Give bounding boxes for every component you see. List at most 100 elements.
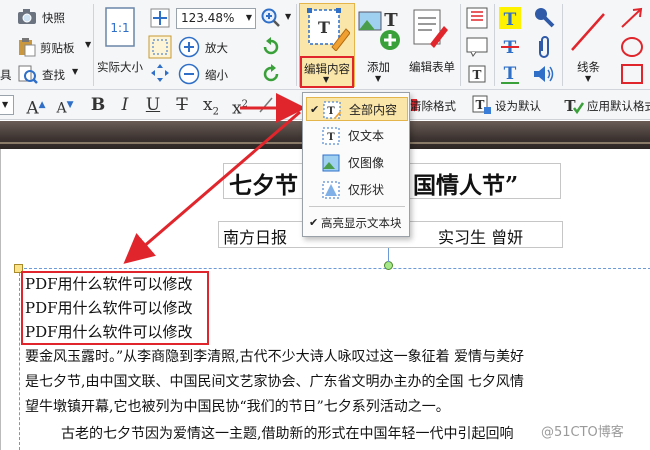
superscript-icon[interactable]: x2 xyxy=(229,94,251,119)
svg-text:T: T xyxy=(473,68,482,82)
underline-icon[interactable]: U xyxy=(143,94,163,116)
svg-text:T: T xyxy=(327,132,335,143)
svg-text:1:1: 1:1 xyxy=(110,21,129,35)
text-only-icon: T xyxy=(322,127,340,153)
zoom-in-icon[interactable] xyxy=(178,36,200,61)
actual-size-icon[interactable]: 1:1 xyxy=(104,6,136,51)
sound-icon[interactable] xyxy=(532,63,556,88)
svg-text:T: T xyxy=(384,10,398,31)
check-icon: ✔ xyxy=(309,216,319,229)
edit-form-icon[interactable] xyxy=(412,8,448,51)
add-button[interactable]: 添加 xyxy=(367,59,390,75)
chevron-down-icon: ▼ xyxy=(2,100,9,109)
page-title-left: 七夕节 xyxy=(229,172,298,199)
menu-item-label: 仅形状 xyxy=(348,183,385,197)
text-style-icon[interactable] xyxy=(258,96,278,117)
tool-label-partial: 具 xyxy=(0,68,12,82)
watermark: @51CTO博客 xyxy=(541,425,624,440)
svg-text:T: T xyxy=(504,10,517,30)
body-paragraph: 古老的七夕节因为爱情这一主题,借助新的形式在中国年轻一代中引起回响 xyxy=(61,426,514,442)
handle-stem xyxy=(388,248,389,262)
body-paragraph: 是七夕节,由中国文联、中国民间文艺家协会、广东省文明办主办的全国 七夕风情 xyxy=(25,374,524,390)
image-only-icon xyxy=(322,154,340,180)
zoom-in-button[interactable]: 放大 xyxy=(205,40,228,56)
rotate-left-icon[interactable] xyxy=(261,37,281,60)
chevron-down-icon[interactable]: ▼ xyxy=(72,67,78,76)
lines-button[interactable]: 线条 xyxy=(577,59,600,75)
rotate-handle[interactable] xyxy=(384,261,393,270)
subscript-icon[interactable]: x2 xyxy=(200,94,222,117)
chevron-down-icon: ▼ xyxy=(323,75,330,84)
svg-text:T: T xyxy=(476,98,485,112)
inserted-line: PDF用什么软件可以修改 xyxy=(25,323,193,341)
menu-item-label: 仅文本 xyxy=(348,129,385,143)
stamp-icon[interactable] xyxy=(532,6,556,33)
highlight-text-icon[interactable]: T xyxy=(498,6,522,33)
zoom-out-icon[interactable] xyxy=(178,63,200,88)
bold-icon[interactable]: B xyxy=(88,94,108,116)
svg-text:T: T xyxy=(318,18,330,37)
body-paragraph: 望牛墩镇开幕,它也被列为中国民协“我们的节日”七夕系列活动之一。 xyxy=(25,399,450,415)
edit-content-button[interactable]: T 编辑内容 ▼ xyxy=(299,3,355,88)
zoom-select[interactable]: 123.48% ▼ xyxy=(176,8,256,29)
menu-item-label: 仅图像 xyxy=(348,156,385,170)
set-default-icon[interactable]: T xyxy=(472,95,492,118)
zoom-in-tool-icon[interactable] xyxy=(261,8,281,31)
set-default-button[interactable]: 设为默认 xyxy=(495,98,541,114)
find-icon[interactable] xyxy=(18,64,38,87)
edit-form-button[interactable]: 编辑表单 xyxy=(409,59,455,75)
select-area-icon[interactable] xyxy=(148,35,172,62)
clipboard-button[interactable]: 剪贴板 xyxy=(40,40,75,56)
clipboard-icon[interactable] xyxy=(17,37,37,60)
menu-item-label: 全部内容 xyxy=(349,103,398,117)
line-tool-icon[interactable] xyxy=(568,10,608,57)
rotate-right-icon[interactable] xyxy=(261,64,281,87)
chevron-down-icon[interactable]: ▼ xyxy=(85,40,91,49)
add-image-icon[interactable]: T xyxy=(357,6,403,55)
camera-icon[interactable] xyxy=(17,8,37,29)
callout-icon[interactable] xyxy=(466,35,488,60)
text-box-icon[interactable] xyxy=(466,7,488,32)
rectangle-tool-icon[interactable] xyxy=(620,63,644,88)
body-paragraph: 要金风玉露时。”从李商隐到李清照,古代不少大诗人咏叹过这一象征着 爱情与美好 xyxy=(25,349,525,365)
apply-default-button[interactable]: 应用默认格式 xyxy=(587,98,650,114)
svg-text:T: T xyxy=(327,106,335,117)
fit-page-icon[interactable] xyxy=(150,8,170,31)
menu-item-all-content[interactable]: ✔ T 全部内容 xyxy=(306,97,408,121)
ribbon-toolbar: 快照 剪贴板 ▼ 具 查找 ▼ 1:1 实际大小 123.48% ▼ ▼ 放大 xyxy=(0,0,650,90)
attachment-icon[interactable] xyxy=(535,35,553,62)
arrow-tool-icon[interactable] xyxy=(620,7,644,32)
chevron-down-icon[interactable]: ▼ xyxy=(285,12,291,21)
menu-item-image-only[interactable]: 仅图像 xyxy=(306,151,408,175)
actual-size-button[interactable]: 实际大小 xyxy=(97,59,143,75)
zoom-out-button[interactable]: 缩小 xyxy=(205,67,228,83)
check-icon: ✔ xyxy=(310,103,320,116)
find-button[interactable]: 查找 xyxy=(42,67,65,83)
strikethrough-icon[interactable]: T xyxy=(172,94,192,116)
edit-content-icon: T xyxy=(306,7,351,54)
subtitle-left: 南方日报 xyxy=(223,228,288,247)
shape-only-icon xyxy=(322,181,340,207)
zoom-value: 123.48% xyxy=(181,11,235,25)
increase-font-icon[interactable]: A▲ xyxy=(25,94,47,119)
menu-item-shape-only[interactable]: 仅形状 xyxy=(306,178,408,202)
menu-item-text-only[interactable]: T 仅文本 xyxy=(306,124,408,148)
apply-default-icon[interactable]: T xyxy=(562,95,585,118)
menu-item-label: 高亮显示文本块 xyxy=(321,216,402,230)
ellipse-tool-icon[interactable] xyxy=(620,36,644,61)
chevron-down-icon[interactable]: ▼ xyxy=(375,74,381,83)
decrease-font-icon[interactable]: A▼ xyxy=(54,94,76,117)
pan-icon[interactable] xyxy=(150,63,170,86)
menu-item-highlight-blocks[interactable]: ✔ 高亮显示文本块 xyxy=(306,211,408,235)
font-size-select[interactable]: ▼ xyxy=(0,95,14,115)
italic-icon[interactable]: I xyxy=(115,94,135,116)
clear-format-button[interactable]: 清除格式 xyxy=(410,98,456,114)
typewriter-icon[interactable]: T xyxy=(466,63,488,88)
chevron-down-icon[interactable]: ▼ xyxy=(246,13,252,22)
strikeout-text-icon[interactable]: T xyxy=(499,35,521,60)
underline-text-icon[interactable]: T xyxy=(499,63,521,88)
snapshot-button[interactable]: 快照 xyxy=(42,10,65,26)
svg-text:T: T xyxy=(504,64,517,84)
chevron-down-icon[interactable]: ▼ xyxy=(585,74,591,83)
svg-text:T: T xyxy=(564,97,576,115)
